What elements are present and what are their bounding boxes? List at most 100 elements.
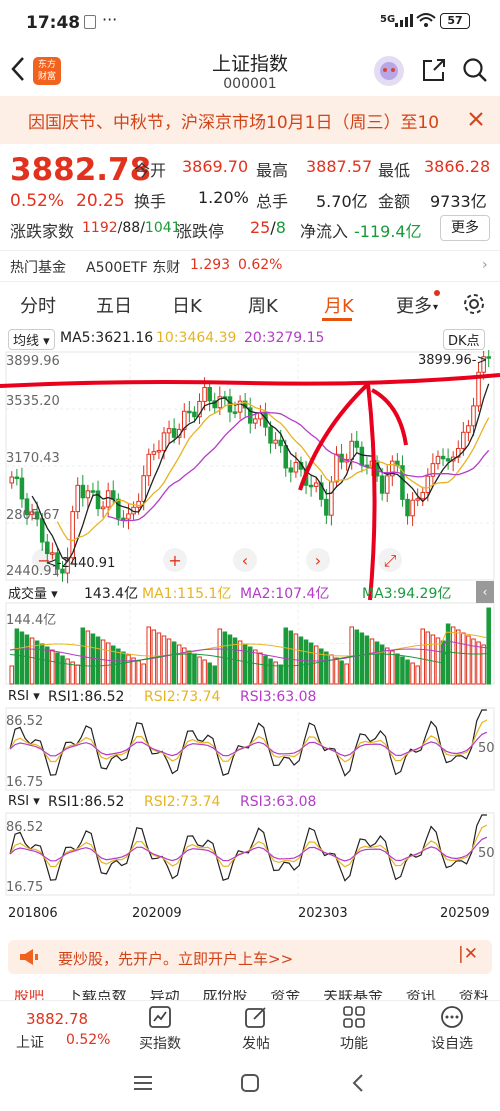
rsi3-value-2: RSI3:63.08: [240, 794, 317, 810]
ma10-value: 10:3464.39: [156, 330, 237, 346]
ma20-value: 20:3279.15: [244, 330, 325, 346]
peek-tab-7[interactable]: 资讯: [406, 990, 436, 1000]
volume-bar: [116, 648, 121, 685]
volume-bar: [390, 650, 395, 685]
volume-bar: [395, 653, 400, 685]
volume-bar: [359, 632, 365, 685]
page-title: 上证指数: [211, 53, 288, 75]
menu-icon[interactable]: [132, 1072, 154, 1098]
settings-gear-icon[interactable]: [462, 292, 486, 320]
holiday-notice[interactable]: 因国庆节、中秋节，沪深京市场10月1日（周三）至10月8日休市: [0, 96, 500, 144]
dk-point-button[interactable]: DK点: [443, 329, 485, 350]
ma-type-selector[interactable]: 均线 ▾: [8, 329, 55, 350]
system-back-icon[interactable]: [347, 1072, 369, 1098]
tab-five-day[interactable]: 五日: [96, 292, 132, 318]
volume-bar: [283, 627, 289, 685]
price-panel-labels: 3899.96 3535.20 3170.43 2805.67 2440.91 …: [0, 350, 500, 580]
tab-daily-k[interactable]: 日K: [172, 292, 202, 318]
collapse-left-icon[interactable]: ‹: [476, 581, 494, 603]
toolbar-index-pct: 0.52%: [66, 1032, 111, 1048]
volume-bar: [455, 629, 461, 685]
notice-text: 因国庆节、中秋节，沪深京市场10月1日（周三）至10月8日休市: [28, 113, 438, 133]
ai-assistant-icon[interactable]: [374, 56, 404, 86]
close-icon[interactable]: [466, 109, 486, 133]
peek-tab-8[interactable]: 资料: [459, 990, 489, 1000]
change-value: 20.25: [76, 191, 125, 211]
peek-tab-2[interactable]: 下载点数: [67, 990, 127, 1000]
volume-bar: [100, 639, 106, 685]
logo-line-1: 东方: [37, 60, 56, 70]
volume-bar: [405, 659, 410, 685]
volume-bar: [75, 664, 81, 685]
toolbar-index-price: 3882.78: [26, 1010, 89, 1028]
rsi1-value-2: RSI1:86.52: [48, 794, 125, 810]
peek-tab-row: 股吧 下载点数 异动 成份股 资金 关联基金 资讯 资料: [14, 990, 489, 1000]
volume-bar: [476, 641, 481, 685]
volume-bar: [410, 662, 415, 685]
buy-index-button[interactable]: 买指数: [120, 1001, 200, 1059]
volume-bar: [197, 656, 202, 685]
volume-bar: [65, 658, 70, 685]
hot-fund-name: A500ETF 东财: [86, 260, 181, 276]
inflow-value: -119.4亿: [354, 222, 422, 241]
hot-fund-label: 热门基金: [10, 260, 66, 276]
low-label: 最低: [378, 161, 411, 180]
tab-monthly-k[interactable]: 月K: [324, 292, 354, 318]
banner-close-icon[interactable]: |✕: [458, 944, 478, 964]
volume-bar: [176, 644, 182, 685]
volume-bar: [166, 638, 172, 685]
volume-bar: [313, 645, 319, 685]
volume-label: 总手: [256, 192, 289, 211]
vol-ma2: MA2:107.4亿: [240, 586, 330, 602]
edit-icon: [244, 1005, 268, 1033]
rsi-selector-2[interactable]: RSI ▾: [8, 794, 40, 809]
post-label: 发帖: [242, 1036, 270, 1052]
ma-type: 均线: [13, 334, 40, 349]
volume-bar: [339, 660, 344, 685]
rsi3-value-1: RSI3:63.08: [240, 689, 317, 705]
active-tab-indicator: [322, 318, 352, 321]
rsi-top-tick-1: 86.52: [6, 714, 44, 729]
volume-bar: [384, 647, 390, 685]
price-tick-4: 2805.67: [6, 508, 60, 523]
rsi-mid-tick-1: 50: [478, 741, 495, 756]
x-label-1: 201806: [8, 906, 58, 921]
chevron-right-icon: ›: [482, 257, 488, 273]
peek-tab-6[interactable]: 关联基金: [323, 990, 383, 1000]
toolbar-index-name: 上证: [16, 1035, 44, 1051]
tab-weekly-k[interactable]: 周K: [248, 292, 278, 318]
volume-bar: [45, 646, 50, 685]
peek-tab-4[interactable]: 成份股: [202, 990, 247, 1000]
open-value: 3869.70: [182, 157, 249, 176]
volume-bar: [187, 650, 192, 685]
volume-bar: [324, 651, 329, 685]
volume-selector[interactable]: 成交量 ▾: [8, 583, 58, 602]
volume-value: 143.4亿: [84, 586, 139, 602]
peek-tab-1[interactable]: 股吧: [14, 990, 44, 1000]
peek-tab-5[interactable]: 资金: [270, 990, 300, 1000]
volume-label: 成交量: [8, 587, 48, 602]
volume-bar: [192, 653, 197, 685]
functions-button[interactable]: 功能: [314, 1001, 394, 1059]
grid-icon: [342, 1005, 366, 1033]
tab-more[interactable]: 更多: [396, 292, 432, 318]
rsi-selector-1[interactable]: RSI ▾: [8, 689, 40, 704]
volume-bar: [334, 657, 339, 685]
volume-bar: [354, 629, 360, 685]
home-icon[interactable]: [239, 1072, 261, 1098]
search-icon[interactable]: [461, 56, 489, 88]
post-button[interactable]: 发帖: [216, 1001, 296, 1059]
open-account-banner[interactable]: 要炒股，先开户。立即开户上车>> |✕: [8, 940, 492, 974]
wifi-icon: [416, 12, 436, 32]
more-button[interactable]: 更多: [440, 215, 490, 241]
volume-bar: [207, 662, 212, 685]
more-dots-icon: [440, 1005, 464, 1033]
share-icon[interactable]: [420, 56, 448, 88]
volume-bar: [268, 658, 273, 685]
tab-intraday[interactable]: 分时: [20, 292, 56, 318]
add-watchlist-button[interactable]: 设自选: [412, 1001, 492, 1059]
back-icon[interactable]: [6, 54, 30, 88]
peek-tab-3[interactable]: 异动: [150, 990, 180, 1000]
high-value: 3887.57: [306, 157, 373, 176]
hot-fund-row[interactable]: 热门基金 A500ETF 东财 1.293 0.62% ›: [0, 250, 500, 282]
